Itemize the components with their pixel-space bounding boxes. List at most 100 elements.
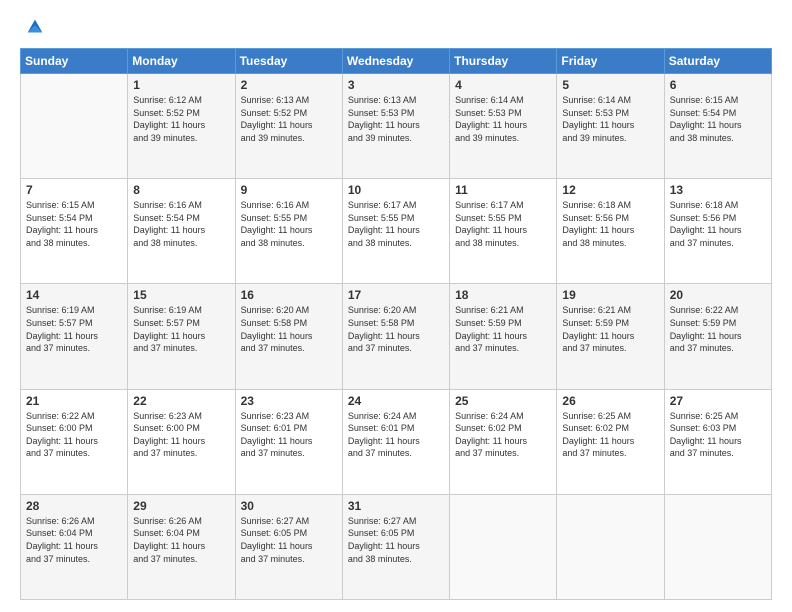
- calendar-header-monday: Monday: [128, 49, 235, 74]
- calendar-cell: 12 Sunrise: 6:18 AM Sunset: 5:56 PM Dayli…: [557, 179, 664, 284]
- calendar-cell: 29 Sunrise: 6:26 AM Sunset: 6:04 PM Dayli…: [128, 494, 235, 599]
- calendar-cell: 18 Sunrise: 6:21 AM Sunset: 5:59 PM Dayli…: [450, 284, 557, 389]
- day-number: 31: [348, 499, 444, 513]
- day-info: Sunrise: 6:22 AM Sunset: 6:00 PM Dayligh…: [26, 410, 122, 460]
- calendar-cell: 2 Sunrise: 6:13 AM Sunset: 5:52 PM Daylig…: [235, 74, 342, 179]
- calendar-header-saturday: Saturday: [664, 49, 771, 74]
- day-number: 17: [348, 288, 444, 302]
- calendar-cell: 9 Sunrise: 6:16 AM Sunset: 5:55 PM Daylig…: [235, 179, 342, 284]
- day-info: Sunrise: 6:19 AM Sunset: 5:57 PM Dayligh…: [133, 304, 229, 354]
- day-info: Sunrise: 6:18 AM Sunset: 5:56 PM Dayligh…: [562, 199, 658, 249]
- calendar-cell: 23Sunrise: 6:23 AM Sunset: 6:01 PM Dayli…: [235, 389, 342, 494]
- day-info: Sunrise: 6:16 AM Sunset: 5:55 PM Dayligh…: [241, 199, 337, 249]
- day-number: 9: [241, 183, 337, 197]
- calendar-header-wednesday: Wednesday: [342, 49, 449, 74]
- calendar-cell: 8 Sunrise: 6:16 AM Sunset: 5:54 PM Daylig…: [128, 179, 235, 284]
- day-info: Sunrise: 6:22 AM Sunset: 5:59 PM Dayligh…: [670, 304, 766, 354]
- day-number: 13: [670, 183, 766, 197]
- day-info: Sunrise: 6:23 AM Sunset: 6:01 PM Dayligh…: [241, 410, 337, 460]
- calendar-cell: 4 Sunrise: 6:14 AM Sunset: 5:53 PM Daylig…: [450, 74, 557, 179]
- calendar-cell: 30 Sunrise: 6:27 AM Sunset: 6:05 PM Dayli…: [235, 494, 342, 599]
- calendar-cell: 5 Sunrise: 6:14 AM Sunset: 5:53 PM Daylig…: [557, 74, 664, 179]
- day-info: Sunrise: 6:15 AM Sunset: 5:54 PM Dayligh…: [670, 94, 766, 144]
- day-info: Sunrise: 6:20 AM Sunset: 5:58 PM Dayligh…: [241, 304, 337, 354]
- day-number: 18: [455, 288, 551, 302]
- calendar-header-friday: Friday: [557, 49, 664, 74]
- day-info: Sunrise: 6:14 AM Sunset: 5:53 PM Dayligh…: [455, 94, 551, 144]
- day-info: Sunrise: 6:25 AM Sunset: 6:03 PM Dayligh…: [670, 410, 766, 460]
- calendar-cell: 20 Sunrise: 6:22 AM Sunset: 5:59 PM Dayli…: [664, 284, 771, 389]
- calendar-cell: 3 Sunrise: 6:13 AM Sunset: 5:53 PM Daylig…: [342, 74, 449, 179]
- day-number: 6: [670, 78, 766, 92]
- calendar-cell: 22 Sunrise: 6:23 AM Sunset: 6:00 PM Dayli…: [128, 389, 235, 494]
- calendar-cell: 27Sunrise: 6:25 AM Sunset: 6:03 PM Dayli…: [664, 389, 771, 494]
- calendar-cell: 15 Sunrise: 6:19 AM Sunset: 5:57 PM Dayli…: [128, 284, 235, 389]
- logo-icon: [24, 16, 46, 38]
- day-number: 29: [133, 499, 229, 513]
- day-info: Sunrise: 6:12 AM Sunset: 5:52 PM Dayligh…: [133, 94, 229, 144]
- calendar-week-1: 1 Sunrise: 6:12 AM Sunset: 5:52 PM Daylig…: [21, 74, 772, 179]
- calendar-cell: 14 Sunrise: 6:19 AM Sunset: 5:57 PM Dayli…: [21, 284, 128, 389]
- calendar-week-2: 7 Sunrise: 6:15 AM Sunset: 5:54 PM Daylig…: [21, 179, 772, 284]
- day-number: 25: [455, 394, 551, 408]
- day-info: Sunrise: 6:15 AM Sunset: 5:54 PM Dayligh…: [26, 199, 122, 249]
- calendar-cell: 13Sunrise: 6:18 AM Sunset: 5:56 PM Dayli…: [664, 179, 771, 284]
- day-info: Sunrise: 6:19 AM Sunset: 5:57 PM Dayligh…: [26, 304, 122, 354]
- calendar-header-sunday: Sunday: [21, 49, 128, 74]
- calendar-cell: 24Sunrise: 6:24 AM Sunset: 6:01 PM Dayli…: [342, 389, 449, 494]
- day-number: 16: [241, 288, 337, 302]
- calendar-cell: 21 Sunrise: 6:22 AM Sunset: 6:00 PM Dayli…: [21, 389, 128, 494]
- calendar-table: SundayMondayTuesdayWednesdayThursdayFrid…: [20, 48, 772, 600]
- day-number: 5: [562, 78, 658, 92]
- day-info: Sunrise: 6:27 AM Sunset: 6:05 PM Dayligh…: [241, 515, 337, 565]
- day-number: 30: [241, 499, 337, 513]
- day-number: 11: [455, 183, 551, 197]
- logo: [20, 16, 46, 38]
- day-info: Sunrise: 6:24 AM Sunset: 6:02 PM Dayligh…: [455, 410, 551, 460]
- page: SundayMondayTuesdayWednesdayThursdayFrid…: [0, 0, 792, 612]
- day-info: Sunrise: 6:25 AM Sunset: 6:02 PM Dayligh…: [562, 410, 658, 460]
- day-info: Sunrise: 6:27 AM Sunset: 6:05 PM Dayligh…: [348, 515, 444, 565]
- calendar-cell: 17Sunrise: 6:20 AM Sunset: 5:58 PM Dayli…: [342, 284, 449, 389]
- calendar-cell: [21, 74, 128, 179]
- day-info: Sunrise: 6:17 AM Sunset: 5:55 PM Dayligh…: [455, 199, 551, 249]
- calendar-cell: 28Sunrise: 6:26 AM Sunset: 6:04 PM Dayli…: [21, 494, 128, 599]
- day-number: 15: [133, 288, 229, 302]
- calendar-cell: 1 Sunrise: 6:12 AM Sunset: 5:52 PM Daylig…: [128, 74, 235, 179]
- day-number: 4: [455, 78, 551, 92]
- calendar-cell: [450, 494, 557, 599]
- day-info: Sunrise: 6:23 AM Sunset: 6:00 PM Dayligh…: [133, 410, 229, 460]
- day-number: 22: [133, 394, 229, 408]
- day-number: 28: [26, 499, 122, 513]
- calendar-week-3: 14 Sunrise: 6:19 AM Sunset: 5:57 PM Dayli…: [21, 284, 772, 389]
- day-number: 24: [348, 394, 444, 408]
- day-info: Sunrise: 6:13 AM Sunset: 5:53 PM Dayligh…: [348, 94, 444, 144]
- calendar-cell: 7 Sunrise: 6:15 AM Sunset: 5:54 PM Daylig…: [21, 179, 128, 284]
- day-info: Sunrise: 6:21 AM Sunset: 5:59 PM Dayligh…: [455, 304, 551, 354]
- day-number: 26: [562, 394, 658, 408]
- calendar-cell: 25 Sunrise: 6:24 AM Sunset: 6:02 PM Dayli…: [450, 389, 557, 494]
- day-info: Sunrise: 6:26 AM Sunset: 6:04 PM Dayligh…: [133, 515, 229, 565]
- day-info: Sunrise: 6:14 AM Sunset: 5:53 PM Dayligh…: [562, 94, 658, 144]
- day-info: Sunrise: 6:21 AM Sunset: 5:59 PM Dayligh…: [562, 304, 658, 354]
- calendar-cell: 10Sunrise: 6:17 AM Sunset: 5:55 PM Dayli…: [342, 179, 449, 284]
- calendar-cell: 31 Sunrise: 6:27 AM Sunset: 6:05 PM Dayli…: [342, 494, 449, 599]
- header: [20, 16, 772, 38]
- day-number: 7: [26, 183, 122, 197]
- calendar-header-thursday: Thursday: [450, 49, 557, 74]
- calendar-header-row: SundayMondayTuesdayWednesdayThursdayFrid…: [21, 49, 772, 74]
- day-number: 20: [670, 288, 766, 302]
- day-number: 21: [26, 394, 122, 408]
- day-number: 12: [562, 183, 658, 197]
- day-number: 1: [133, 78, 229, 92]
- day-number: 8: [133, 183, 229, 197]
- day-number: 3: [348, 78, 444, 92]
- day-info: Sunrise: 6:16 AM Sunset: 5:54 PM Dayligh…: [133, 199, 229, 249]
- day-number: 14: [26, 288, 122, 302]
- day-info: Sunrise: 6:13 AM Sunset: 5:52 PM Dayligh…: [241, 94, 337, 144]
- calendar-cell: 26 Sunrise: 6:25 AM Sunset: 6:02 PM Dayli…: [557, 389, 664, 494]
- calendar-cell: 16 Sunrise: 6:20 AM Sunset: 5:58 PM Dayli…: [235, 284, 342, 389]
- day-number: 2: [241, 78, 337, 92]
- calendar-cell: [557, 494, 664, 599]
- day-info: Sunrise: 6:17 AM Sunset: 5:55 PM Dayligh…: [348, 199, 444, 249]
